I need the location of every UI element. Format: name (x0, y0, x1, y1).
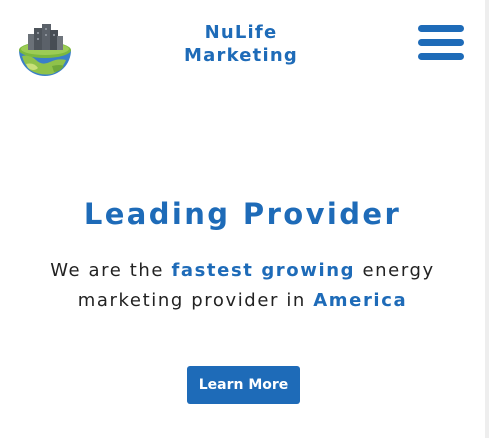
menu-bar-middle (418, 39, 464, 46)
hero-description: We are the fastest growing energy market… (40, 256, 445, 316)
right-edge-divider (485, 0, 489, 438)
hero-highlight-america: America (313, 290, 408, 311)
hero-highlight-fastest-growing: fastest growing (171, 260, 356, 281)
globe-city-logo-icon[interactable] (16, 20, 74, 78)
hamburger-menu-button[interactable] (418, 24, 466, 62)
brand-name-line1: NuLife (204, 22, 278, 43)
hero-text-part1: We are the (50, 260, 165, 281)
brand-name[interactable]: NuLife Marketing (166, 21, 316, 67)
brand-name-line2: Marketing (184, 45, 298, 66)
learn-more-button[interactable]: Learn More (187, 366, 300, 404)
hero-title: Leading Provider (83, 197, 402, 231)
page: NuLife Marketing Leading Provider We are… (0, 0, 489, 438)
menu-bar-bottom (418, 53, 464, 60)
menu-bar-top (418, 25, 464, 32)
